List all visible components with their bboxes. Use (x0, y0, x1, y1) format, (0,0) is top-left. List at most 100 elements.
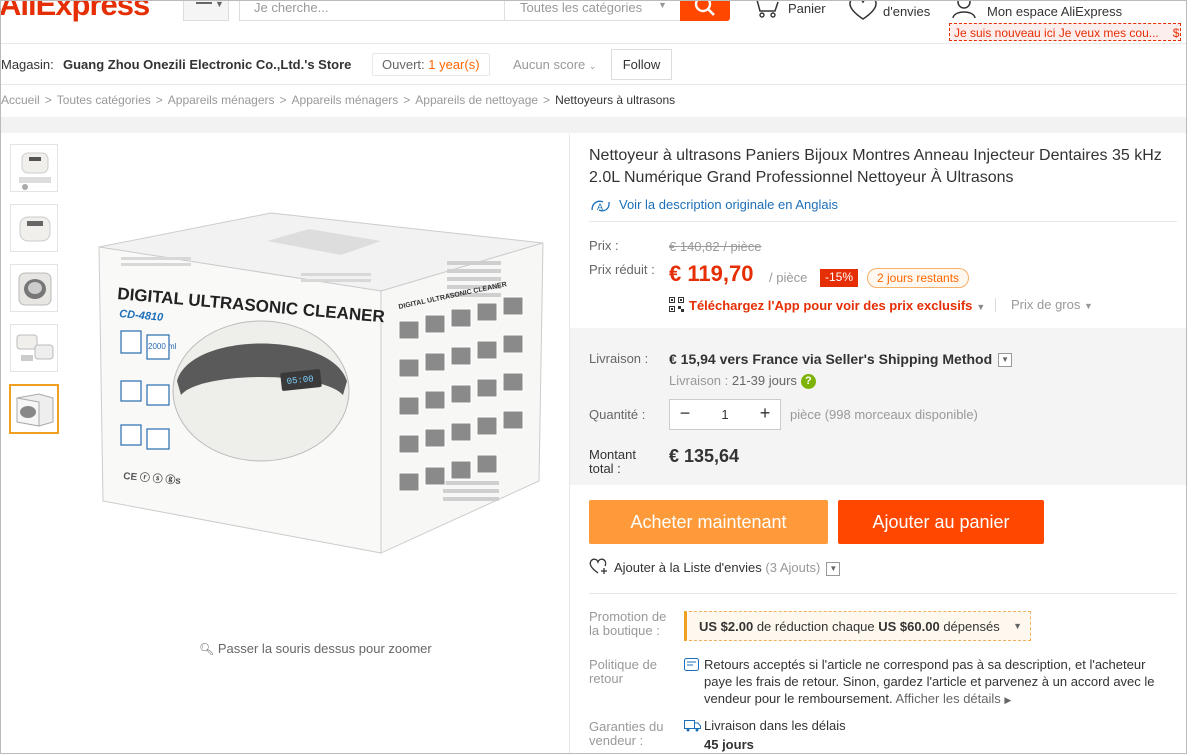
category-menu-button[interactable]: ▼ (183, 0, 229, 21)
original-price: € 140,82 / pièce (669, 239, 762, 254)
follow-button[interactable]: Follow (611, 49, 672, 80)
breadcrumb: Accueil > Toutes catégories > Appareils ména… (1, 93, 676, 107)
total-amount: € 135,64 (669, 446, 740, 466)
thumbnail[interactable] (10, 264, 58, 312)
search-input[interactable]: Je cherche... (254, 1, 328, 15)
store-label: Magasin: (1, 57, 54, 72)
promo-amount: US $2.00 (699, 619, 754, 634)
return-policy: Retours acceptés si l'article ne corresp… (704, 656, 1176, 709)
product-thumbnail-image (16, 334, 54, 361)
guarantee-days: 45 jours (704, 737, 754, 752)
wishlist-count: (3 Ajouts) (765, 560, 821, 575)
chevron-down-icon[interactable]: ▼ (998, 353, 1013, 368)
thumbnail-active[interactable] (9, 384, 59, 434)
chevron-down-icon: ▼ (1084, 301, 1093, 311)
chevron-right-icon: ▶ (1004, 695, 1012, 705)
app-promo-label: Téléchargez l'App pour voir des prix exc… (689, 298, 973, 313)
search-box[interactable]: Je cherche... Toutes les catégories ▼ (239, 1, 681, 21)
newbie-coupon-label: Je suis nouveau ici Je veux mes cou... (954, 26, 1159, 40)
translate-icon: A (591, 200, 610, 212)
magnifier-icon: 🔍︎ (199, 642, 215, 656)
quantity-input[interactable]: 1 (698, 400, 752, 429)
heart-plus-icon (589, 558, 607, 574)
user-icon[interactable] (951, 0, 977, 19)
box-capacity: 2000 ml (148, 342, 177, 351)
wholesale-price-dropdown[interactable]: Prix de gros ▼ (1011, 297, 1093, 312)
delivery-time-label: Livraison : (669, 373, 729, 388)
wishlist-link[interactable]: d'envies (883, 4, 930, 19)
chevron-down-icon: ▼ (215, 0, 224, 9)
breadcrumb-item[interactable]: Accueil (1, 93, 40, 107)
translate-link-label: Voir la description originale en Anglais (619, 197, 838, 212)
shipping-destination: France via Seller's Shipping Method (752, 351, 993, 367)
store-score-dropdown[interactable]: Aucun score ⌄ (513, 57, 596, 72)
divider (589, 593, 1177, 594)
cart-icon[interactable] (751, 0, 781, 19)
reduced-price-label: Prix réduit : (589, 262, 655, 277)
reduced-price: € 119,70 (669, 261, 754, 286)
product-thumbnail-image (19, 152, 51, 190)
seller-guarantee-label: Garanties du vendeur : (589, 719, 664, 748)
quantity-label: Quantité : (589, 407, 646, 422)
return-icon (684, 658, 699, 671)
search-category-select[interactable]: Toutes les catégories (520, 1, 642, 15)
open-years: 1 year(s) (428, 57, 480, 72)
minus-icon[interactable]: − (672, 400, 698, 429)
product-main-image[interactable]: DIGITAL ULTRASONIC CLEANER CD-4810 05:00… (81, 181, 561, 601)
show-details-link[interactable]: Afficher les détails ▶ (896, 691, 1012, 706)
thumbnail[interactable] (10, 204, 58, 252)
store-promotion-coupon[interactable]: US $2.00 de réduction chaque US $60.00 d… (684, 611, 1031, 641)
total-label: Montant total : (589, 447, 636, 476)
store-open-badge: Ouvert: 1 year(s) (372, 53, 490, 76)
add-to-wishlist[interactable]: Ajouter à la Liste d'envies (3 Ajouts) ▼ (589, 558, 841, 576)
delivery-time-value: 21-39 jours (731, 373, 797, 388)
breadcrumb-item[interactable]: Toutes catégories (57, 93, 151, 107)
divider (995, 298, 996, 312)
menu-icon (196, 2, 212, 4)
zoom-hint-label: Passer la souris dessus pour zoomer (217, 641, 432, 656)
divider (589, 221, 1177, 222)
delivery-time: Livraison : 21-39 jours? (669, 373, 816, 390)
plus-icon[interactable]: + (752, 400, 778, 429)
help-icon[interactable]: ? (800, 374, 816, 390)
chevron-down-icon[interactable]: ▼ (826, 561, 841, 576)
search-icon (694, 1, 715, 16)
search-button[interactable] (680, 1, 730, 21)
quantity-stepper[interactable]: − 1 + (669, 399, 781, 430)
discount-badge: -15% (820, 269, 859, 287)
store-bar: Magasin: Guang Zhou Onezili Electronic C… (1, 45, 1186, 85)
store-name[interactable]: Guang Zhou Onezili Electronic Co.,Ltd.'s… (63, 57, 351, 72)
breadcrumb-item[interactable]: Appareils ménagers (168, 93, 275, 107)
breadcrumb-item[interactable]: Appareils de nettoyage (415, 93, 538, 107)
newbie-coupon-extra: $ (1172, 26, 1180, 40)
product-title: Nettoyeur à ultrasons Paniers Bijoux Mon… (589, 147, 1162, 186)
price-unit: / pièce (769, 270, 808, 285)
shipping-method[interactable]: € 15,94 vers France via Seller's Shippin… (669, 351, 1013, 368)
shipping-to: vers (719, 351, 749, 367)
account-link[interactable]: Mon espace AliExpress (987, 4, 1122, 19)
delivery-truck-icon (684, 720, 701, 732)
add-to-cart-button[interactable]: Ajouter au panier (838, 500, 1044, 544)
translate-link[interactable]: A Voir la description originale en Anglai… (589, 197, 838, 214)
heart-icon[interactable] (847, 0, 879, 21)
aliexpress-logo[interactable]: AliExpress (1, 1, 150, 23)
days-left-badge: 2 jours restants (867, 268, 970, 288)
shipping-cost: € 15,94 (669, 351, 716, 367)
buy-now-button[interactable]: Acheter maintenant (589, 500, 828, 544)
product-thumbnail-image (18, 272, 52, 306)
wholesale-label: Prix de gros (1011, 297, 1081, 312)
breadcrumb-item[interactable]: Appareils ménagers (292, 93, 399, 107)
thumbnail[interactable] (10, 144, 58, 192)
price-label: Prix : (589, 238, 619, 253)
shipping-label: Livraison : (589, 351, 649, 366)
newbie-coupon-banner[interactable]: Je suis nouveau ici Je veux mes cou... $ (949, 23, 1181, 41)
cart-link[interactable]: Panier (788, 1, 826, 16)
wishlist-label: Ajouter à la Liste d'envies (614, 560, 762, 575)
app-promo-link[interactable]: Téléchargez l'App pour voir des prix exc… (669, 297, 985, 313)
promo-mid: de réduction chaque (756, 619, 875, 634)
thumbnail[interactable] (10, 324, 58, 372)
page: AliExpress ▼ Je cherche... Toutes les ca… (0, 0, 1187, 754)
store-score: Aucun score (513, 57, 586, 72)
promo-end: dépensés (943, 619, 1000, 634)
svg-text:A: A (597, 202, 603, 212)
